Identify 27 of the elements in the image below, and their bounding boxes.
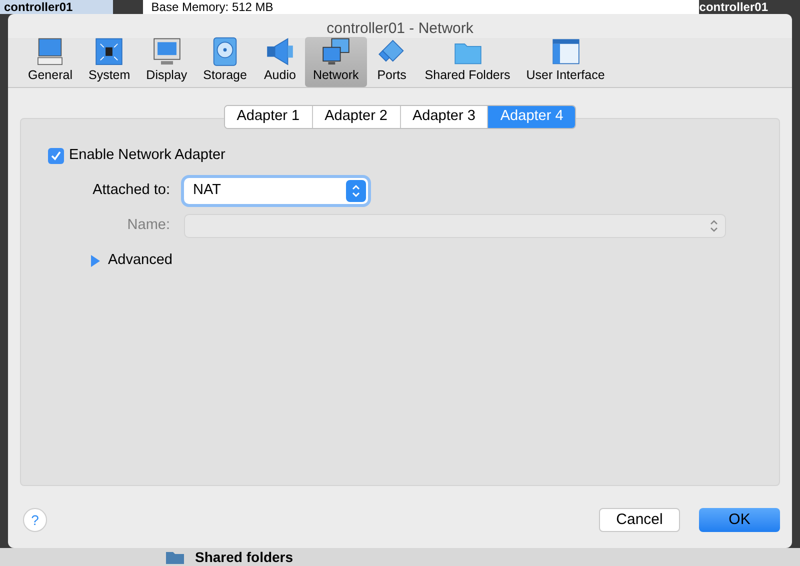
attached-to-select[interactable]: NAT: [184, 178, 368, 204]
toolbar-item[interactable]: Storage: [195, 37, 255, 87]
window-title: controller01 - Network: [326, 19, 474, 38]
up-down-arrows-icon: [351, 184, 361, 198]
checkbox[interactable]: [48, 148, 64, 164]
toolbar-item[interactable]: Display: [138, 37, 196, 87]
toolbar-item[interactable]: Ports: [366, 37, 417, 87]
checkmark-icon: [50, 150, 62, 162]
ok-button[interactable]: OK: [699, 508, 780, 532]
section-heading: Shared folders: [195, 548, 294, 566]
field-label: Attached to:: [92, 180, 171, 200]
vm-title: controller01: [699, 0, 769, 14]
toolbar-item[interactable]: User Interface: [518, 37, 613, 87]
toolbar-item[interactable]: Audio: [254, 37, 305, 87]
advanced-disclosure[interactable]: Advanced: [90, 250, 172, 272]
vm-name: controller01: [0, 0, 114, 14]
folder-icon: [165, 550, 185, 564]
cancel-button[interactable]: Cancel: [599, 508, 680, 532]
checkbox-label: Enable Network Adapter: [69, 146, 226, 165]
disclosure-triangle-icon: [90, 254, 100, 267]
toolbar-item[interactable]: System: [80, 37, 138, 87]
toolbar-item[interactable]: General: [20, 37, 80, 87]
toolbar-item[interactable]: Network: [304, 37, 367, 87]
memory-text: Base Memory: 512 MB: [143, 0, 700, 14]
toolbar-item[interactable]: Shared Folders: [416, 37, 518, 87]
field-label: Name:: [126, 216, 171, 235]
up-down-arrows-icon: [709, 218, 719, 233]
